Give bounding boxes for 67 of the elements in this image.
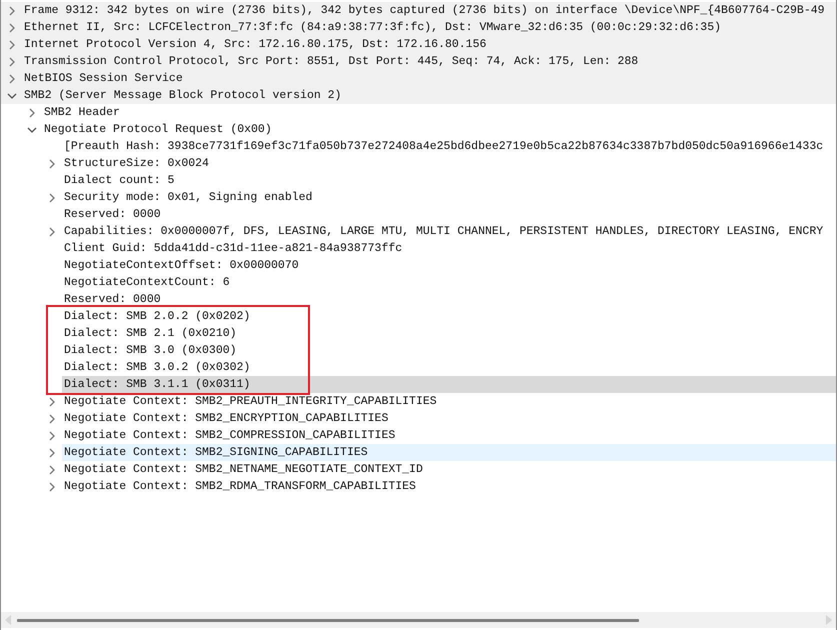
chevron-right-icon[interactable] xyxy=(49,158,55,168)
tree-item[interactable]: Security mode: 0x01, Signing enabled xyxy=(1,189,836,206)
tree-item[interactable]: Internet Protocol Version 4, Src: 172.16.80.175, Dst: 172.16.80.156 xyxy=(1,36,836,53)
field-text: Internet Protocol Version 4, Src: 172.16.80.175, Dst: 172.16.80.156 xyxy=(23,37,488,53)
field-text: NegotiateContextOffset: 0x00000070 xyxy=(63,258,300,274)
field-text: Client Guid: 5dda41dd-c31d-11ee-a821-84a938773ffc xyxy=(63,241,404,257)
field-text: Security mode: 0x01, Signing enabled xyxy=(63,190,314,206)
field-text: Negotiate Protocol Request (0x00) xyxy=(43,122,273,138)
field-text: Negotiate Context: SMB2_RDMA_TRANSFORM_CAPABILITIES xyxy=(63,479,417,495)
field-text: Dialect: SMB 2.1 (0x0210) xyxy=(63,326,238,342)
field-text: NetBIOS Session Service xyxy=(23,71,184,87)
tree-item[interactable]: Dialect: SMB 3.0.2 (0x0302) xyxy=(1,359,836,376)
tree-item[interactable]: Negotiate Context: SMB2_PREAUTH_INTEGRITY_CAPABILITIES xyxy=(1,393,836,410)
tree-item[interactable]: Negotiate Protocol Request (0x00) xyxy=(1,121,836,138)
field-text: Dialect count: 5 xyxy=(63,173,176,189)
field-text: NegotiateContextCount: 6 xyxy=(63,275,231,291)
tree-item[interactable]: Negotiate Context: SMB2_NETNAME_NEGOTIATE_CONTEXT_ID xyxy=(1,461,836,478)
chevron-down-icon[interactable] xyxy=(27,126,37,132)
tree-item[interactable]: Negotiate Context: SMB2_ENCRYPTION_CAPABILITIES xyxy=(1,410,836,427)
tree-item[interactable]: SMB2 Header xyxy=(1,104,836,121)
tree-item[interactable]: Dialect: SMB 2.0.2 (0x0202) xyxy=(1,308,836,325)
chevron-right-icon[interactable] xyxy=(49,482,55,492)
tree-item[interactable]: Client Guid: 5dda41dd-c31d-11ee-a821-84a938773ffc xyxy=(1,240,836,257)
tree-item[interactable]: Dialect: SMB 2.1 (0x0210) xyxy=(1,325,836,342)
tree-item[interactable]: Dialect count: 5 xyxy=(1,172,836,189)
tree-item[interactable]: SMB2 (Server Message Block Protocol version 2) xyxy=(1,87,836,104)
chevron-right-icon[interactable] xyxy=(9,56,15,66)
chevron-right-icon[interactable] xyxy=(9,6,15,16)
tree-item[interactable]: Transmission Control Protocol, Src Port: 8551, Dst Port: 445, Seq: 74, Ack: 175, Len: 288 xyxy=(1,53,836,70)
tree-item[interactable]: NegotiateContextOffset: 0x00000070 xyxy=(1,257,836,274)
chevron-right-icon[interactable] xyxy=(49,226,55,236)
chevron-right-icon[interactable] xyxy=(9,40,15,50)
tree-item[interactable]: Reserved: 0000 xyxy=(1,206,836,223)
field-text: Dialect: SMB 3.0.2 (0x0302) xyxy=(63,360,252,376)
chevron-right-icon[interactable] xyxy=(9,22,15,32)
field-text: Negotiate Context: SMB2_NETNAME_NEGOTIATE_CONTEXT_ID xyxy=(63,462,424,478)
chevron-right-icon[interactable] xyxy=(9,74,15,84)
scrollbar-thumb[interactable] xyxy=(17,618,639,622)
field-text: Transmission Control Protocol, Src Port: 8551, Dst Port: 445, Seq: 74, Ack: 175, Len: 288 xyxy=(23,54,640,70)
chevron-right-icon[interactable] xyxy=(49,192,55,202)
chevron-right-icon[interactable] xyxy=(49,464,55,474)
tree-item[interactable]: Ethernet II, Src: LCFCElectron_77:3f:fc (84:a9:38:77:3f:fc), Dst: VMware_32:d6:35 (00:0c:29:32:d6:35) xyxy=(1,19,836,36)
field-text: Reserved: 0000 xyxy=(63,207,162,223)
tree-item[interactable]: NegotiateContextCount: 6 xyxy=(1,274,836,291)
tree-item[interactable]: Dialect: SMB 3.0 (0x0300) xyxy=(1,342,836,359)
field-text: StructureSize: 0x0024 xyxy=(63,156,210,172)
horizontal-scrollbar[interactable] xyxy=(1,612,836,628)
chevron-right-icon[interactable] xyxy=(49,414,55,424)
field-text: Negotiate Context: SMB2_ENCRYPTION_CAPABILITIES xyxy=(63,411,390,427)
chevron-down-icon[interactable] xyxy=(7,92,17,98)
field-text: Dialect: SMB 2.0.2 (0x0202) xyxy=(63,309,252,325)
chevron-right-icon[interactable] xyxy=(49,430,55,440)
tree-item[interactable]: NetBIOS Session Service xyxy=(1,70,836,87)
field-text: SMB2 Header xyxy=(43,105,121,121)
field-text: SMB2 (Server Message Block Protocol version 2) xyxy=(23,88,342,104)
field-text: Negotiate Context: SMB2_COMPRESSION_CAPABILITIES xyxy=(63,428,396,444)
chevron-right-icon[interactable] xyxy=(29,108,35,118)
chevron-right-icon[interactable] xyxy=(49,396,55,406)
tree-item[interactable]: StructureSize: 0x0024 xyxy=(1,155,836,172)
tree-item[interactable]: Negotiate Context: SMB2_COMPRESSION_CAPABILITIES xyxy=(1,427,836,444)
field-text: Dialect: SMB 3.0 (0x0300) xyxy=(63,343,238,359)
field-text: Negotiate Context: SMB2_PREAUTH_INTEGRITY_CAPABILITIES xyxy=(63,394,438,410)
tree-item[interactable]: Reserved: 0000 xyxy=(1,291,836,308)
field-text: Ethernet II, Src: LCFCElectron_77:3f:fc (84:a9:38:77:3f:fc), Dst: VMware_32:d6:35 (00:0c:29:32:d6:35) xyxy=(23,20,722,36)
chevron-right-icon[interactable] xyxy=(49,448,55,458)
tree-item[interactable]: Negotiate Context: SMB2_RDMA_TRANSFORM_CAPABILITIES xyxy=(1,478,836,495)
field-text: Reserved: 0000 xyxy=(63,292,162,308)
